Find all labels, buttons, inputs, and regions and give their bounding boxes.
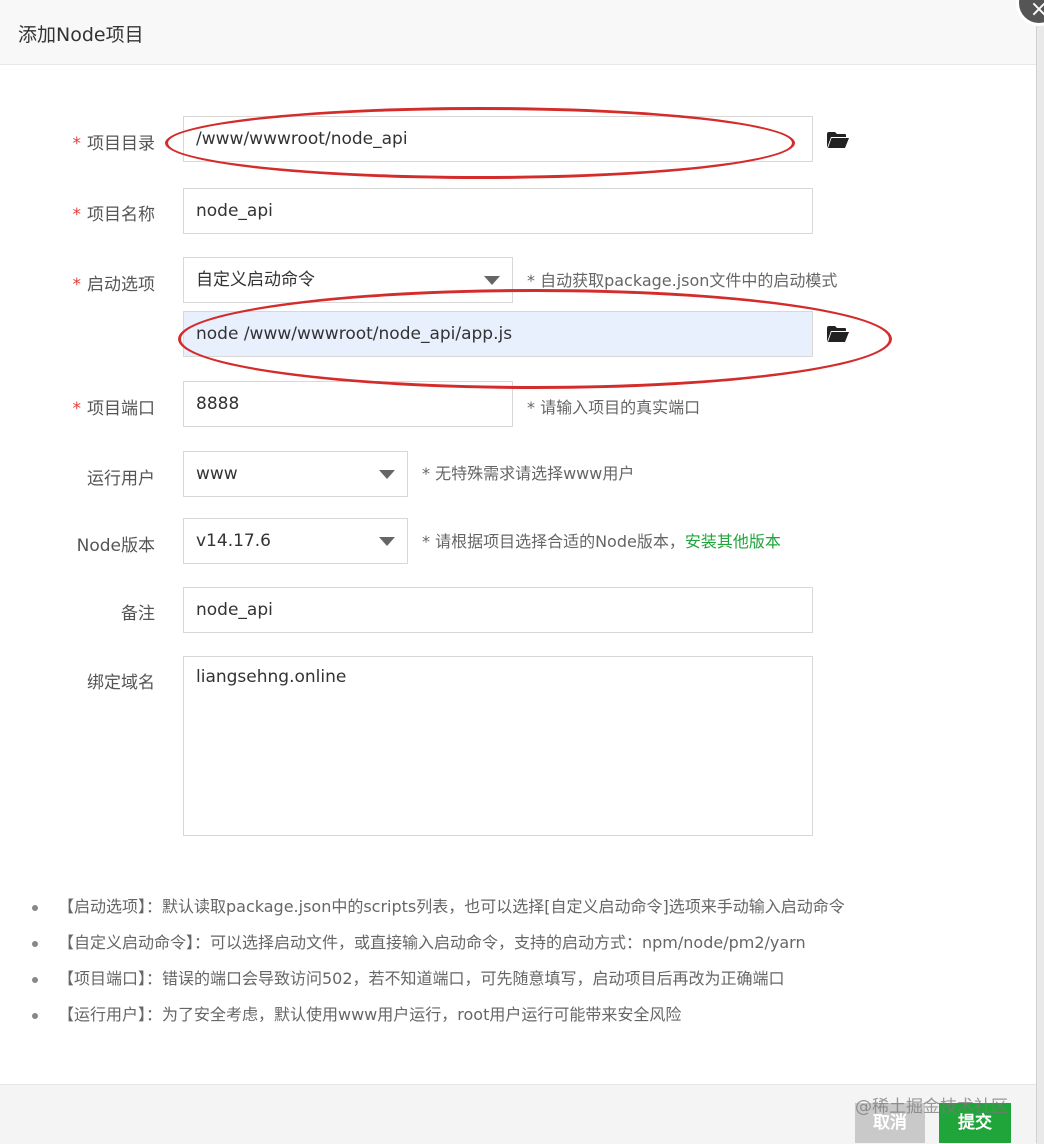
install-other-version-link[interactable]: 安装其他版本 (685, 532, 781, 551)
help-notes: 【启动选项】：默认读取package.json中的scripts列表，也可以选择… (30, 893, 845, 1037)
chevron-down-icon (379, 470, 395, 479)
node-version-label: Node版本 (76, 536, 155, 556)
run-user-label: 运行用户 (87, 469, 155, 489)
project-name-input[interactable]: node_api (183, 188, 813, 234)
domain-label: 绑定域名 (87, 673, 155, 693)
watermark: @稀土掘金技术社区 (855, 1097, 1008, 1117)
required-mark: * (72, 134, 82, 154)
list-item: 【项目端口】：错误的端口会导致访问502，若不知道端口，可先随意填写，启动项目后… (30, 965, 845, 1001)
dialog-title-bar: 添加Node项目 (0, 0, 1036, 65)
chevron-down-icon (484, 276, 500, 285)
start-option-hint: * 自动获取package.json文件中的启动模式 (527, 271, 838, 290)
run-user-select[interactable]: www (183, 451, 408, 497)
start-option-label: * 启动选项 (72, 275, 156, 295)
add-node-project-dialog: 添加Node项目 * 项目目录 /www/wwwroot/node_api * 项目… (0, 0, 1037, 1144)
domain-textarea[interactable]: liangsehng.online (183, 656, 813, 836)
node-version-hint: * 请根据项目选择合适的Node版本，安装其他版本 (422, 532, 781, 551)
project-name-label: * 项目名称 (72, 205, 156, 225)
list-item: 【运行用户】：为了安全考虑，默认使用www用户运行，root用户运行可能带来安全… (30, 1001, 845, 1037)
dialog-title: 添加Node项目 (18, 24, 144, 46)
annotation-ellipse (178, 289, 892, 389)
project-dir-label: * 项目目录 (72, 134, 156, 154)
run-user-hint: * 无特殊需求请选择www用户 (422, 464, 635, 483)
annotation-ellipse (165, 107, 795, 179)
list-item: 【启动选项】：默认读取package.json中的scripts列表，也可以选择… (30, 893, 845, 929)
remark-label: 备注 (121, 604, 155, 624)
folder-open-icon[interactable] (827, 132, 849, 148)
port-label: * 项目端口 (72, 399, 156, 419)
port-hint: * 请输入项目的真实端口 (527, 398, 701, 417)
list-item: 【自定义启动命令】：可以选择启动文件，或直接输入启动命令，支持的启动方式：npm… (30, 929, 845, 965)
remark-input[interactable]: node_api (183, 587, 813, 633)
node-version-select[interactable]: v14.17.6 (183, 518, 408, 564)
chevron-down-icon (379, 537, 395, 546)
